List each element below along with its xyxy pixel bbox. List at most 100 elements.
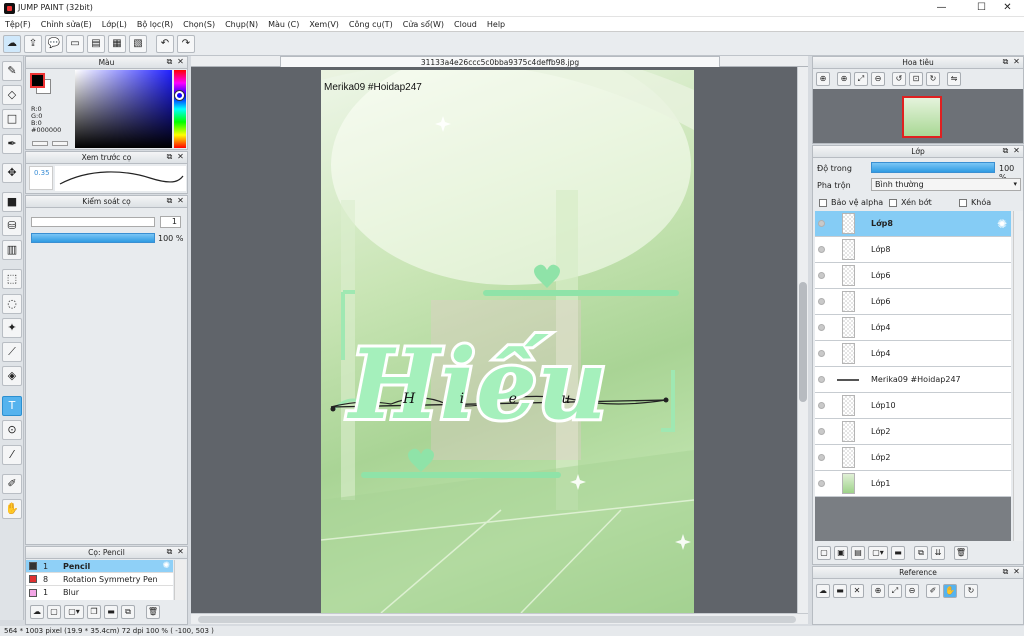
- rect-select-tool-icon[interactable]: ⬚: [2, 269, 22, 289]
- rotate-right-icon[interactable]: ↻: [926, 72, 940, 86]
- visibility-toggle-icon[interactable]: [818, 220, 825, 227]
- fit-icon[interactable]: ⤢: [888, 584, 902, 598]
- menu-capture[interactable]: Chụp(N): [220, 17, 263, 32]
- fit-icon[interactable]: ⤢: [854, 72, 868, 86]
- panel-float-icon[interactable]: ⧉: [165, 197, 174, 206]
- layer-row[interactable]: Lớp1: [815, 471, 1011, 497]
- select-eraser-tool-icon[interactable]: ◈: [2, 366, 22, 386]
- canvas-horizontal-scrollbar[interactable]: [191, 613, 808, 624]
- menu-file[interactable]: Tệp(F): [0, 17, 36, 32]
- move-tool-icon[interactable]: ✥: [2, 163, 22, 183]
- minimize-button[interactable]: —: [925, 0, 958, 17]
- lock-checkbox[interactable]: Khóa: [959, 198, 991, 207]
- duplicate-icon[interactable]: ⧉: [121, 605, 135, 619]
- canvas-area[interactable]: Merika09 #Hoidap247 Hiếu H i e u: [191, 67, 808, 613]
- page-icon[interactable]: ▤: [87, 34, 105, 53]
- folder-icon[interactable]: ▬: [104, 605, 118, 619]
- layer-row[interactable]: Lớp8 ✺: [815, 211, 1011, 237]
- redo-icon[interactable]: ↷: [177, 34, 195, 53]
- menu-layer[interactable]: Lớp(L): [97, 17, 132, 32]
- brush-item-blur[interactable]: 1 Blur: [26, 586, 173, 599]
- horizontal-scroll-thumb[interactable]: [198, 616, 796, 623]
- layer-list-scrollbar[interactable]: [1013, 211, 1023, 541]
- panel-float-icon[interactable]: ⧉: [165, 153, 174, 162]
- layer-row[interactable]: Lớp2: [815, 419, 1011, 445]
- rotate-reset-icon[interactable]: ⊡: [909, 72, 923, 86]
- vertical-scroll-thumb[interactable]: [799, 282, 807, 402]
- color-mode-button[interactable]: [32, 141, 48, 146]
- layer-row[interactable]: Merika09 #Hoidap247: [815, 367, 1011, 393]
- visibility-toggle-icon[interactable]: [818, 350, 825, 357]
- layer-row[interactable]: Lớp4: [815, 341, 1011, 367]
- clip-checkbox[interactable]: Xén bớt: [889, 198, 932, 207]
- color-mode-button-2[interactable]: [52, 141, 68, 146]
- pen-tool-icon[interactable]: ✒: [2, 134, 22, 154]
- canvas-image[interactable]: Merika09 #Hoidap247 Hiếu H i e u: [321, 70, 694, 613]
- menu-filter[interactable]: Bộ lọc(R): [132, 17, 178, 32]
- menu-edit[interactable]: Chỉnh sửa(E): [36, 17, 97, 32]
- brush-list-scrollbar[interactable]: [174, 560, 186, 600]
- layer-row[interactable]: Lớp2: [815, 445, 1011, 471]
- hue-handle[interactable]: [175, 91, 184, 100]
- panel-float-icon[interactable]: ⧉: [165, 58, 174, 67]
- document-tab[interactable]: 31133a4e26ccc5c0bba9375c4deffb98.jpg: [280, 56, 720, 67]
- brush-size-input[interactable]: 1: [160, 216, 181, 228]
- saturation-value-picker[interactable]: [75, 70, 172, 148]
- visibility-toggle-icon[interactable]: [818, 324, 825, 331]
- panel-float-icon[interactable]: ⧉: [1001, 568, 1010, 577]
- layer-opacity-slider[interactable]: [871, 162, 995, 173]
- new-layer-icon[interactable]: ▢: [817, 546, 831, 560]
- brush-opacity-slider[interactable]: [31, 233, 155, 243]
- copy-brush-icon[interactable]: ❐: [87, 605, 101, 619]
- panel-close-icon[interactable]: ✕: [176, 58, 185, 67]
- menu-color[interactable]: Màu (C): [263, 17, 304, 32]
- visibility-toggle-icon[interactable]: [818, 298, 825, 305]
- gradient-tool-icon[interactable]: ▥: [2, 240, 22, 260]
- layer-row[interactable]: Lớp6: [815, 289, 1011, 315]
- zoom-out-icon[interactable]: ⊖: [871, 72, 885, 86]
- gear-icon[interactable]: ✺: [997, 217, 1007, 231]
- panel-float-icon[interactable]: ⧉: [1001, 58, 1010, 67]
- brush-size-slider[interactable]: [31, 217, 155, 227]
- brush-item-pencil[interactable]: 1 Pencil ✺: [26, 560, 173, 573]
- lasso-tool-icon[interactable]: ◌: [2, 294, 22, 314]
- trash-icon[interactable]: 🗑: [954, 546, 968, 560]
- zoom-out-icon[interactable]: ⊖: [905, 584, 919, 598]
- undo-icon[interactable]: ↶: [156, 34, 174, 53]
- visibility-toggle-icon[interactable]: [818, 272, 825, 279]
- merge-layer-icon[interactable]: ⇊: [931, 546, 945, 560]
- panel-float-icon[interactable]: ⧉: [165, 548, 174, 557]
- cloud-icon[interactable]: ☁: [3, 34, 21, 53]
- visibility-toggle-icon[interactable]: [818, 246, 825, 253]
- navigator-viewport[interactable]: [902, 96, 942, 138]
- close-button[interactable]: ✕: [991, 0, 1024, 17]
- eyedropper-icon[interactable]: ✐: [926, 584, 940, 598]
- menu-tools[interactable]: Công cụ(T): [344, 17, 398, 32]
- text-tool-icon[interactable]: T: [2, 396, 22, 416]
- brush-tool-icon[interactable]: ✎: [2, 61, 22, 81]
- menu-help[interactable]: Help: [482, 17, 510, 32]
- rotate-icon[interactable]: ↻: [964, 584, 978, 598]
- open-folder-icon[interactable]: ▬: [833, 584, 847, 598]
- visibility-toggle-icon[interactable]: [818, 428, 825, 435]
- menu-cloud[interactable]: Cloud: [449, 17, 482, 32]
- navigator-preview[interactable]: [813, 89, 1023, 143]
- cloud-icon[interactable]: ☁: [816, 584, 830, 598]
- zoom-in-icon[interactable]: ⊕: [816, 72, 830, 86]
- grid-page-icon[interactable]: ▦: [108, 34, 126, 53]
- select-pen-tool-icon[interactable]: ⟋: [2, 342, 22, 362]
- visibility-toggle-icon[interactable]: [818, 454, 825, 461]
- dropper-tool-icon[interactable]: ⁄: [2, 445, 22, 465]
- rotate-left-icon[interactable]: ↺: [892, 72, 906, 86]
- visibility-toggle-icon[interactable]: [818, 480, 825, 487]
- flip-icon[interactable]: ⇋: [947, 72, 961, 86]
- canvas-vertical-scrollbar[interactable]: [797, 67, 808, 613]
- hand-icon[interactable]: ✋: [943, 584, 957, 598]
- blend-mode-select[interactable]: Bình thường ▾: [871, 178, 1021, 191]
- new-layer-menu-icon[interactable]: ▢▾: [868, 546, 888, 560]
- bucket-tool-icon[interactable]: ⛁: [2, 216, 22, 236]
- comment-icon[interactable]: 💬: [45, 34, 63, 53]
- menu-select[interactable]: Chọn(S): [178, 17, 220, 32]
- panel-icon[interactable]: ▧: [129, 34, 147, 53]
- hand-tool-icon[interactable]: ✋: [2, 499, 22, 519]
